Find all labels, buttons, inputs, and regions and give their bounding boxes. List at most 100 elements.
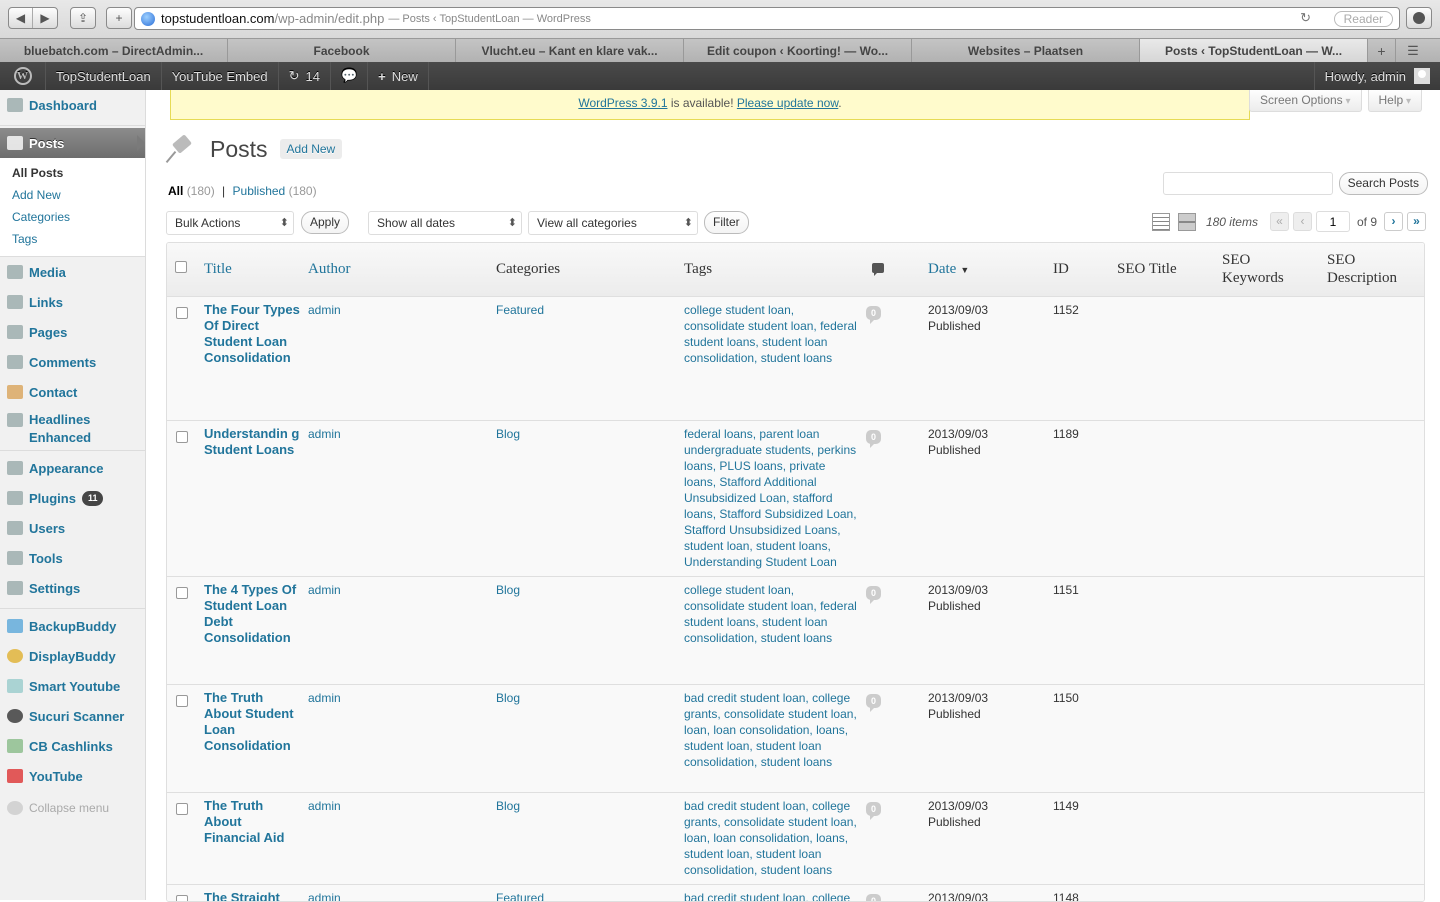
menu-appearance[interactable]: Appearance [0, 453, 145, 483]
row-checkbox[interactable] [176, 695, 188, 707]
browser-tab[interactable]: Vlucht.eu – Kant en klare vak... [456, 39, 684, 62]
comment-count-bubble[interactable]: 0 [866, 586, 881, 600]
reload-icon[interactable]: ↻ [1300, 10, 1311, 26]
wordpress-version-link[interactable]: WordPress 3.9.1 [578, 96, 667, 110]
row-checkbox[interactable] [176, 587, 188, 599]
current-page-input[interactable] [1316, 211, 1350, 232]
prev-page-button[interactable]: ‹ [1293, 212, 1312, 231]
menu-settings[interactable]: Settings [0, 573, 145, 603]
submenu-categories[interactable]: Categories [0, 206, 145, 228]
post-author-link[interactable]: admin [308, 427, 341, 441]
menu-headlines-enhanced[interactable]: HeadlinesEnhanced [0, 407, 145, 445]
comment-count-bubble[interactable]: 0 [866, 430, 881, 444]
menu-contact[interactable]: Contact [0, 377, 145, 407]
last-page-button[interactable]: » [1407, 212, 1426, 231]
post-title-link[interactable]: Understandin g Student Loans [204, 426, 299, 457]
row-checkbox[interactable] [176, 803, 188, 815]
post-author-link[interactable]: admin [308, 691, 341, 705]
date-filter-select[interactable]: Show all dates [368, 211, 522, 235]
menu-backupbuddy[interactable]: BackupBuddy [0, 611, 145, 641]
category-filter-select[interactable]: View all categories [528, 211, 698, 235]
reader-button[interactable]: Reader [1334, 11, 1393, 27]
post-tags-links[interactable]: college student loan, consolidate studen… [684, 303, 857, 365]
column-title[interactable]: Title [196, 243, 300, 296]
browser-tab[interactable]: Edit coupon ‹ Koorting! — Wo... [684, 39, 912, 62]
menu-tools[interactable]: Tools [0, 543, 145, 573]
apply-button[interactable]: Apply [301, 211, 349, 234]
post-category-link[interactable]: Blog [496, 799, 520, 813]
account-menu[interactable]: Howdy, admin [1314, 62, 1440, 90]
post-category-link[interactable]: Blog [496, 427, 520, 441]
view-published-link[interactable]: Published [233, 184, 286, 198]
next-page-button[interactable]: › [1384, 212, 1403, 231]
menu-pages[interactable]: Pages [0, 317, 145, 347]
post-tags-links[interactable]: college student loan, consolidate studen… [684, 583, 857, 645]
post-author-link[interactable]: admin [308, 583, 341, 597]
update-now-link[interactable]: Please update now [737, 96, 838, 110]
address-bar[interactable]: topstudentloan.com /wp-admin/edit.php — … [134, 7, 1400, 30]
submenu-all-posts[interactable]: All Posts [0, 162, 145, 184]
menu-youtube[interactable]: YouTube [0, 761, 145, 791]
post-author-link[interactable]: admin [308, 799, 341, 813]
add-bookmark-icon[interactable]: + [107, 8, 131, 28]
select-all-checkbox[interactable] [175, 261, 187, 273]
post-author-link[interactable]: admin [308, 303, 341, 317]
comments-link[interactable]: 💬 [331, 62, 368, 90]
browser-tab-active[interactable]: Posts ‹ TopStudentLoan — W... [1140, 39, 1368, 62]
search-input[interactable] [1163, 172, 1333, 195]
post-category-link[interactable]: Featured [496, 303, 544, 317]
post-tags-links[interactable]: bad credit student loan, college [684, 891, 850, 902]
post-tags-links[interactable]: federal loans, parent loan undergraduate… [684, 427, 857, 569]
youtube-embed-link[interactable]: YouTube Embed [162, 62, 279, 90]
view-all-link[interactable]: All [168, 184, 183, 198]
menu-users[interactable]: Users [0, 513, 145, 543]
comment-count-bubble[interactable]: 0 [866, 894, 881, 902]
new-content-link[interactable]: +New [368, 62, 429, 90]
menu-links[interactable]: Links [0, 287, 145, 317]
row-checkbox[interactable] [176, 431, 188, 443]
browser-tab[interactable]: Websites – Plaatsen [912, 39, 1140, 62]
post-title-link[interactable]: The Four Types Of Direct Student Loan Co… [204, 302, 300, 365]
browser-tab[interactable]: Facebook [228, 39, 456, 62]
share-icon[interactable]: ⇪ [71, 8, 95, 28]
bulk-actions-select[interactable]: Bulk Actions [166, 211, 294, 235]
list-view-icon[interactable] [1152, 213, 1170, 231]
post-tags-links[interactable]: bad credit student loan, college grants,… [684, 799, 857, 877]
post-title-link[interactable]: The Truth About Financial Aid [204, 798, 284, 845]
filter-button[interactable]: Filter [704, 211, 749, 234]
menu-comments[interactable]: Comments [0, 347, 145, 377]
column-date[interactable]: Date▼ [920, 243, 1045, 296]
menu-cb-cashlinks[interactable]: CB Cashlinks [0, 731, 145, 761]
menu-dashboard[interactable]: Dashboard [0, 90, 145, 120]
column-comments[interactable] [858, 243, 920, 296]
submenu-add-new[interactable]: Add New [0, 184, 145, 206]
column-author[interactable]: Author [300, 243, 488, 296]
post-title-link[interactable]: The Straight [204, 890, 280, 902]
comment-count-bubble[interactable]: 0 [866, 694, 881, 708]
tab-overview-icon[interactable]: ☰ [1396, 39, 1430, 62]
first-page-button[interactable]: « [1270, 212, 1289, 231]
new-tab-icon[interactable]: + [1368, 39, 1396, 62]
collapse-menu-button[interactable]: Collapse menu [0, 793, 145, 823]
menu-plugins[interactable]: Plugins11 [0, 483, 145, 513]
comment-count-bubble[interactable]: 0 [866, 802, 881, 816]
excerpt-view-icon[interactable] [1178, 213, 1196, 231]
post-title-link[interactable]: The 4 Types Of Student Loan Debt Consoli… [204, 582, 296, 645]
menu-media[interactable]: Media [0, 257, 145, 287]
updates-link[interactable]: ↻14 [279, 62, 331, 90]
menu-posts[interactable]: Posts [0, 128, 145, 158]
post-category-link[interactable]: Featured [496, 891, 544, 902]
menu-displaybuddy[interactable]: DisplayBuddy [0, 641, 145, 671]
help-button[interactable]: Help [1368, 90, 1423, 112]
post-tags-links[interactable]: bad credit student loan, college grants,… [684, 691, 857, 769]
site-name-link[interactable]: TopStudentLoan [46, 62, 162, 90]
back-icon[interactable]: ◀ [9, 8, 33, 28]
post-author-link[interactable]: admin [308, 891, 341, 902]
comment-count-bubble[interactable]: 0 [866, 306, 881, 320]
screen-options-button[interactable]: Screen Options [1249, 90, 1362, 112]
post-category-link[interactable]: Blog [496, 691, 520, 705]
add-new-button[interactable]: Add New [280, 139, 343, 159]
browser-tab[interactable]: bluebatch.com – DirectAdmin... [0, 39, 228, 62]
forward-icon[interactable]: ▶ [33, 8, 57, 28]
row-checkbox[interactable] [176, 307, 188, 319]
